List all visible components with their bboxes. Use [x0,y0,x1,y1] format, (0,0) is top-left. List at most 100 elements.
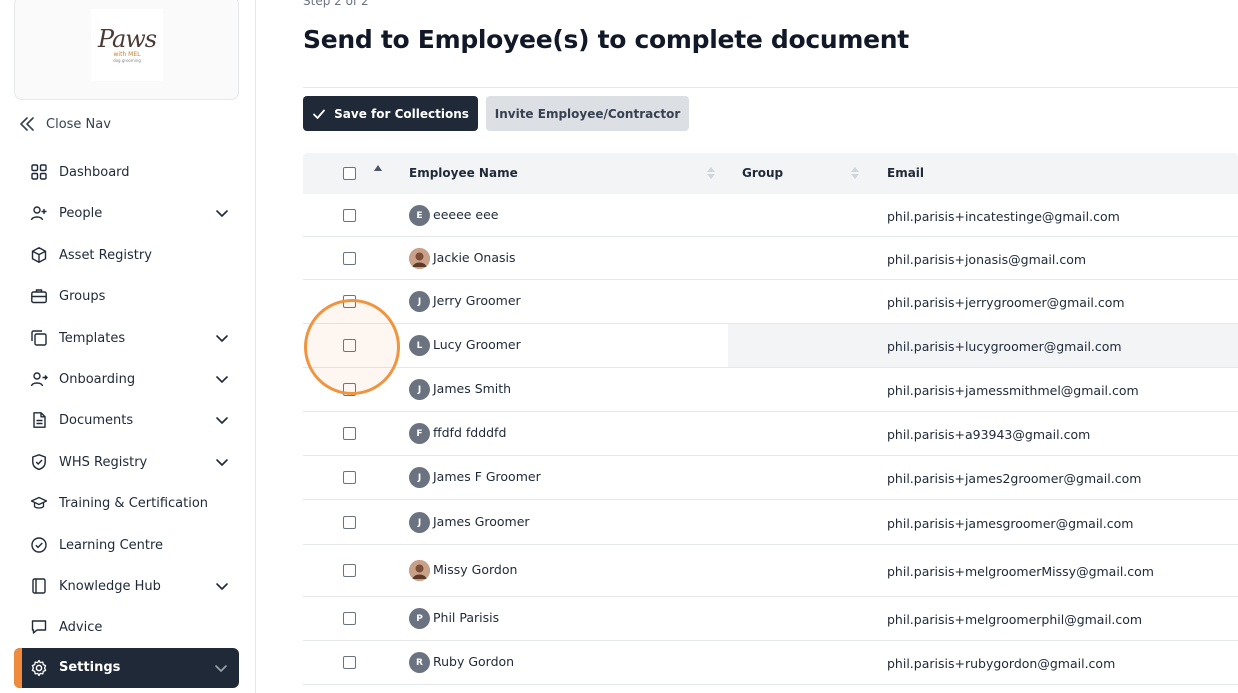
sidebar-item-people[interactable]: People [30,201,240,225]
avatar: F [409,423,430,444]
row-select-checkbox[interactable] [343,209,356,222]
sidebar-item-dashboard[interactable]: Dashboard [30,160,240,184]
row-select-checkbox[interactable] [343,656,356,669]
sidebar-item-training-certification[interactable]: Training & Certification [30,491,240,515]
chevron-down-icon[interactable] [214,578,230,594]
sidebar-item-label: Learning Centre [59,537,164,553]
column-header-group[interactable]: Group [742,166,783,180]
check-circle-icon [31,537,47,553]
step-indicator: Step 2 of 2 [303,0,369,8]
invite-button-label: Invite Employee/Contractor [494,106,681,121]
row-select-checkbox[interactable] [343,516,356,529]
copy-icon [31,330,47,346]
column-header-email[interactable]: Email [887,166,924,180]
table-row[interactable]: J James Groomer phil.parisis+jamesgroomer@… [303,500,1238,545]
sidebar-item-label: Dashboard [59,164,130,180]
sidebar-item-label: People [59,205,103,221]
sort-up-icon[interactable] [374,163,382,179]
chevron-down-icon[interactable] [214,454,230,470]
table-row[interactable]: J Jerry Groomer phil.parisis+jerrygroomer@… [303,280,1238,324]
sidebar-item-settings[interactable]: Settings [14,648,239,688]
employee-name: Ruby Gordon [433,654,515,669]
employee-email: phil.parisis+incatestinge@gmail.com [887,209,1120,224]
document-icon [33,412,46,428]
table-row[interactable]: L Lucy Groomer phil.parisis+lucygroomer@gm… [303,324,1238,368]
sidebar-item-learning-centre[interactable]: Learning Centre [30,533,240,557]
employee-name: James F Groomer [433,469,541,484]
table-row[interactable]: J James Smith phil.parisis+jamessmithmel@g… [303,368,1238,412]
sidebar-item-label: Documents [59,412,134,428]
employee-name: Phil Parisis [433,610,500,625]
employee-email: phil.parisis+melgroomerMissy@gmail.com [887,564,1154,579]
table-body: Eeeeee eee phil.parisis+incatestinge@gmai… [303,194,1238,685]
user-photo-icon [409,248,430,269]
sort-icon[interactable] [851,165,859,181]
row-select-checkbox[interactable] [343,383,356,396]
table-row[interactable]: J James F Groomer phil.parisis+james2groom… [303,456,1238,500]
employee-name: Jackie Onasis [433,250,516,265]
column-header-employee-name[interactable]: Employee Name [409,166,518,180]
chevron-down-icon[interactable] [214,205,230,221]
row-select-checkbox[interactable] [343,471,356,484]
save-for-collections-button[interactable]: Save for Collections [303,96,478,131]
employee-email: phil.parisis+jerrygroomer@gmail.com [887,295,1125,310]
sidebar-item-label: Knowledge Hub [59,578,161,594]
close-nav-button[interactable]: Close Nav [18,113,111,135]
employee-email: phil.parisis+rubygordon@gmail.com [887,656,1116,671]
page-title: Send to Employee(s) to complete document [303,25,909,54]
employee-table: Employee Name Group Email Eeeeee eee phil… [303,153,1238,685]
select-all-checkbox[interactable] [343,167,356,180]
sidebar-item-onboarding[interactable]: Onboarding [30,367,240,391]
sidebar-item-documents[interactable]: Documents [30,408,240,432]
chevron-down-icon[interactable] [214,412,230,428]
shield-check-icon [32,454,46,471]
sidebar-item-label: Asset Registry [59,247,152,263]
table-row[interactable]: Jackie Onasis phil.parisis+jonasis@gmail.… [303,237,1238,280]
employee-email: phil.parisis+lucygroomer@gmail.com [887,339,1122,354]
row-select-checkbox[interactable] [343,252,356,265]
avatar: P [409,608,430,629]
invite-employee-button[interactable]: Invite Employee/Contractor [486,96,689,131]
sidebar-item-label: Settings [59,660,121,675]
row-select-checkbox[interactable] [343,339,356,352]
table-row[interactable]: Missy Gordon phil.parisis+melgroomerMissy… [303,545,1238,597]
table-row[interactable]: P Phil Parisis phil.parisis+melgroomerphil… [303,597,1238,641]
chevron-down-icon[interactable] [214,330,230,346]
table-row[interactable]: Eeeeee eee phil.parisis+incatestinge@gmai… [303,194,1238,237]
chevron-down-icon[interactable] [214,371,230,387]
table-row[interactable]: Fffdfd fdddfd phil.parisis+a93943@gmail.c… [303,412,1238,456]
sidebar-item-groups[interactable]: Groups [30,284,240,308]
employee-email: phil.parisis+a93943@gmail.com [887,427,1091,442]
user-plus-icon [30,206,47,221]
employee-name: eeeee eee [433,207,499,222]
row-select-checkbox[interactable] [343,295,356,308]
user-arrow-icon [30,372,48,387]
avatar: E [409,205,430,226]
sidebar-item-label: Templates [59,330,126,346]
sidebar-item-templates[interactable]: Templates [30,326,240,350]
check-icon [313,109,326,119]
logo-tag-text: dog grooming [113,57,141,63]
chat-icon [31,620,47,634]
table-row[interactable]: R Ruby Gordon phil.parisis+rubygordon@gmai… [303,641,1238,685]
avatar: R [409,652,430,673]
cube-icon [31,247,47,263]
gear-icon [31,659,47,677]
avatar [409,560,430,581]
company-logo-card: Paws with MEL dog grooming [14,0,239,100]
sidebar-item-whs-registry[interactable]: WHS Registry [30,450,240,474]
sidebar-item-asset-registry[interactable]: Asset Registry [30,243,240,267]
avatar: L [409,335,430,356]
sort-icon[interactable] [707,165,715,181]
company-logo: Paws with MEL dog grooming [91,9,163,81]
sidebar-item-advice[interactable]: Advice [30,615,240,639]
chevron-down-icon [215,665,227,672]
logo-sub-text: with MEL [113,50,141,58]
row-select-checkbox[interactable] [343,427,356,440]
row-select-checkbox[interactable] [343,564,356,577]
employee-name: Missy Gordon [433,562,518,577]
sidebar-item-knowledge-hub[interactable]: Knowledge Hub [30,574,240,598]
row-select-checkbox[interactable] [343,612,356,625]
grid-icon [31,164,47,180]
employee-email: phil.parisis+jamesgroomer@gmail.com [887,516,1134,531]
